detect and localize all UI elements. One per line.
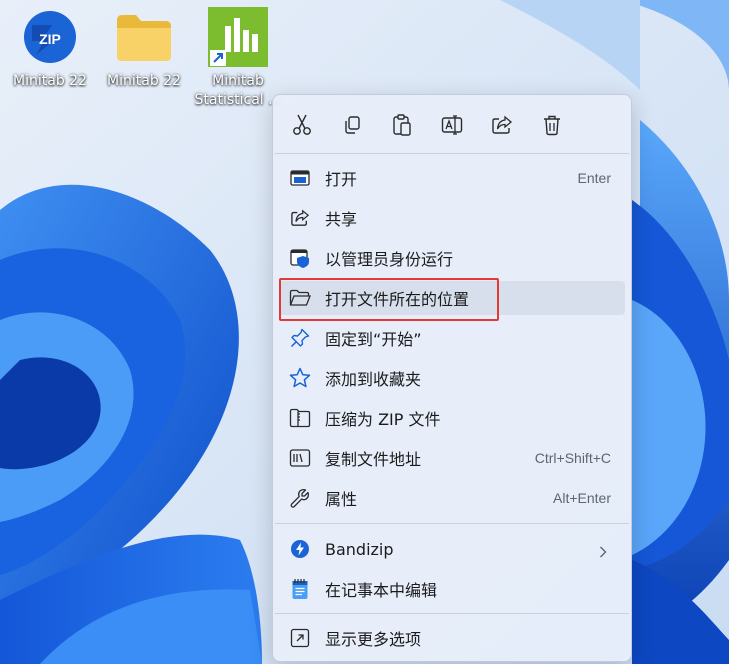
desktop-icon-label-line1: Minitab (212, 73, 264, 89)
rename-icon (441, 115, 463, 135)
menu-item-add-to-favorites[interactable]: 添加到收藏夹 (279, 361, 625, 395)
wrench-icon (289, 487, 311, 509)
menu-item-label: 添加到收藏夹 (325, 370, 422, 389)
menu-item-shortcut: Enter (577, 170, 611, 186)
cut-button[interactable] (284, 107, 320, 143)
menu-separator (275, 613, 629, 614)
menu-item-label: 在记事本中编辑 (325, 581, 438, 600)
menu-item-bandizip[interactable]: Bandizip (279, 532, 625, 566)
copy-path-icon (289, 447, 311, 469)
menu-item-label: 压缩为 ZIP 文件 (325, 410, 441, 429)
rename-button[interactable] (434, 107, 470, 143)
highlight-annotation-box (279, 278, 499, 321)
more-options-icon (289, 627, 311, 649)
desktop-icon-minitab-folder[interactable]: Minitab 22 (99, 6, 189, 106)
menu-item-compress-zip[interactable]: 压缩为 ZIP 文件 (279, 401, 625, 435)
desktop-icon-label-line2: Statistical ... (194, 92, 282, 108)
context-menu: 打开 Enter 共享 以管理员身份运行 打开文件所在的位置 固定到“开始” 添… (272, 94, 632, 662)
pin-icon (289, 327, 311, 349)
scissors-icon (293, 114, 311, 135)
menu-item-shortcut: Alt+Enter (553, 490, 611, 506)
menu-item-label: Bandizip (325, 539, 394, 559)
minitab-statistical-shortcut-icon (207, 6, 269, 68)
open-window-icon (289, 167, 311, 189)
menu-separator (275, 523, 629, 524)
paste-icon (393, 114, 411, 136)
menu-item-label: 以管理员身份运行 (325, 250, 454, 269)
notepad-icon (289, 578, 311, 600)
menu-item-label: 固定到“开始” (325, 330, 422, 349)
paste-button[interactable] (384, 107, 420, 143)
menu-item-edit-in-notepad[interactable]: 在记事本中编辑 (279, 572, 625, 606)
desktop-icon-label: Minitab 22 (107, 73, 181, 89)
star-icon (289, 367, 311, 389)
menu-item-label: 共享 (325, 210, 358, 229)
svg-text:ZIP: ZIP (39, 31, 61, 47)
folder-icon (113, 6, 175, 68)
bandizip-icon (289, 538, 311, 560)
menu-item-open[interactable]: 打开 Enter (279, 161, 625, 195)
copy-icon (345, 116, 360, 134)
menu-item-pin-to-start[interactable]: 固定到“开始” (279, 321, 625, 355)
delete-button[interactable] (534, 107, 570, 143)
share-icon (289, 207, 311, 229)
menu-item-properties[interactable]: 属性 Alt+Enter (279, 481, 625, 515)
shield-admin-icon (289, 247, 311, 269)
desktop-icon-minitab-zip[interactable]: ZIP Minitab 22 (5, 6, 95, 106)
menu-item-label: 属性 (325, 490, 358, 509)
copy-button[interactable] (334, 107, 370, 143)
menu-item-copy-file-path[interactable]: 复制文件地址 Ctrl+Shift+C (279, 441, 625, 475)
menu-item-show-more-options[interactable]: 显示更多选项 (279, 621, 625, 655)
quick-actions-bar (273, 105, 631, 145)
menu-item-label: 打开 (325, 170, 358, 189)
menu-item-label: 显示更多选项 (325, 630, 422, 649)
menu-separator (275, 153, 629, 154)
share-button[interactable] (484, 107, 520, 143)
menu-item-label: 复制文件地址 (325, 450, 422, 469)
menu-item-shortcut: Ctrl+Shift+C (534, 450, 611, 466)
bandizip-zip-icon: ZIP (19, 6, 81, 68)
trash-icon (544, 115, 560, 136)
menu-item-run-as-admin[interactable]: 以管理员身份运行 (279, 241, 625, 275)
zip-folder-icon (289, 407, 311, 429)
menu-item-share[interactable]: 共享 (279, 201, 625, 235)
share-icon (492, 115, 513, 134)
desktop-icon-minitab-statistical[interactable]: Minitab Statistical ... (193, 6, 283, 108)
desktop-icon-label: Minitab 22 (13, 73, 87, 89)
chevron-right-icon (599, 543, 607, 562)
